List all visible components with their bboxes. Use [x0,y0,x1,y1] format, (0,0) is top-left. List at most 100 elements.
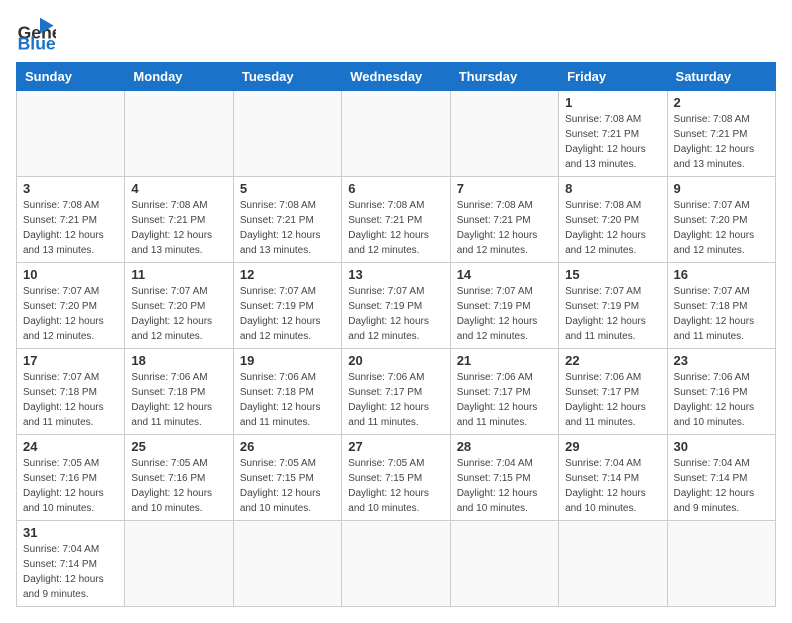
calendar-cell [450,91,558,177]
calendar-cell: 23Sunrise: 7:06 AM Sunset: 7:16 PM Dayli… [667,349,775,435]
day-number: 29 [565,439,660,454]
day-number: 18 [131,353,226,368]
day-number: 26 [240,439,335,454]
day-number: 16 [674,267,769,282]
week-row-5: 31 Sunrise: 7:04 AM Sunset: 7:14 PM Dayli… [17,521,776,607]
day-number: 20 [348,353,443,368]
calendar-cell: 4 Sunrise: 7:08 AM Sunset: 7:21 PM Daylig… [125,177,233,263]
day-number: 17 [23,353,118,368]
day-number: 9 [674,181,769,196]
day-number: 15 [565,267,660,282]
calendar-cell: 19 Sunrise: 7:06 AM Sunset: 7:18 PM Dayli… [233,349,341,435]
calendar-cell: 24Sunrise: 7:05 AM Sunset: 7:16 PM Dayli… [17,435,125,521]
weekday-header-tuesday: Tuesday [233,63,341,91]
day-info: Sunrise: 7:05 AM Sunset: 7:16 PM Dayligh… [131,456,226,516]
calendar-cell: 3 Sunrise: 7:08 AM Sunset: 7:21 PM Daylig… [17,177,125,263]
calendar-cell: 11Sunrise: 7:07 AM Sunset: 7:20 PM Dayli… [125,263,233,349]
calendar-cell: 8Sunrise: 7:08 AM Sunset: 7:20 PM Daylig… [559,177,667,263]
day-number: 10 [23,267,118,282]
day-number: 12 [240,267,335,282]
day-info: Sunrise: 7:07 AM Sunset: 7:19 PM Dayligh… [457,284,552,344]
calendar-cell: 9 Sunrise: 7:07 AM Sunset: 7:20 PM Daylig… [667,177,775,263]
calendar-cell: 16 Sunrise: 7:07 AM Sunset: 7:18 PM Dayli… [667,263,775,349]
calendar-cell [559,521,667,607]
day-info: Sunrise: 7:04 AM Sunset: 7:14 PM Dayligh… [674,456,769,516]
day-info: Sunrise: 7:08 AM Sunset: 7:21 PM Dayligh… [240,198,335,258]
day-info: Sunrise: 7:08 AM Sunset: 7:21 PM Dayligh… [565,112,660,172]
calendar-cell: 14Sunrise: 7:07 AM Sunset: 7:19 PM Dayli… [450,263,558,349]
header: General Blue [16,16,776,52]
day-number: 27 [348,439,443,454]
calendar-cell: 26Sunrise: 7:05 AM Sunset: 7:15 PM Dayli… [233,435,341,521]
day-number: 31 [23,525,118,540]
day-info: Sunrise: 7:06 AM Sunset: 7:18 PM Dayligh… [240,370,335,430]
weekday-header-row: SundayMondayTuesdayWednesdayThursdayFrid… [17,63,776,91]
calendar-cell: 6 Sunrise: 7:08 AM Sunset: 7:21 PM Daylig… [342,177,450,263]
day-number: 30 [674,439,769,454]
calendar-cell: 2 Sunrise: 7:08 AM Sunset: 7:21 PM Daylig… [667,91,775,177]
day-number: 28 [457,439,552,454]
day-number: 24 [23,439,118,454]
day-info: Sunrise: 7:04 AM Sunset: 7:15 PM Dayligh… [457,456,552,516]
week-row-4: 24 Sunrise: 7:05 AM Sunset: 7:16 PM Dayli… [17,435,776,521]
day-number: 5 [240,181,335,196]
day-number: 13 [348,267,443,282]
day-info: Sunrise: 7:07 AM Sunset: 7:20 PM Dayligh… [23,284,118,344]
weekday-header-wednesday: Wednesday [342,63,450,91]
calendar-cell: 5 Sunrise: 7:08 AM Sunset: 7:21 PM Daylig… [233,177,341,263]
weekday-header-sunday: Sunday [17,63,125,91]
day-info: Sunrise: 7:06 AM Sunset: 7:18 PM Dayligh… [131,370,226,430]
logo: General Blue [16,16,56,52]
day-number: 6 [348,181,443,196]
week-row-3: 17 Sunrise: 7:07 AM Sunset: 7:18 PM Dayli… [17,349,776,435]
calendar-cell [342,521,450,607]
week-row-1: 3 Sunrise: 7:08 AM Sunset: 7:21 PM Daylig… [17,177,776,263]
day-number: 19 [240,353,335,368]
day-info: Sunrise: 7:07 AM Sunset: 7:19 PM Dayligh… [240,284,335,344]
week-row-2: 10 Sunrise: 7:07 AM Sunset: 7:20 PM Dayli… [17,263,776,349]
day-number: 4 [131,181,226,196]
calendar-cell: 25Sunrise: 7:05 AM Sunset: 7:16 PM Dayli… [125,435,233,521]
day-info: Sunrise: 7:08 AM Sunset: 7:21 PM Dayligh… [457,198,552,258]
day-number: 2 [674,95,769,110]
day-info: Sunrise: 7:08 AM Sunset: 7:21 PM Dayligh… [348,198,443,258]
day-info: Sunrise: 7:07 AM Sunset: 7:18 PM Dayligh… [674,284,769,344]
calendar-cell: 31 Sunrise: 7:04 AM Sunset: 7:14 PM Dayli… [17,521,125,607]
day-info: Sunrise: 7:07 AM Sunset: 7:20 PM Dayligh… [674,198,769,258]
calendar-cell [342,91,450,177]
svg-text:Blue: Blue [18,34,56,52]
day-info: Sunrise: 7:07 AM Sunset: 7:19 PM Dayligh… [565,284,660,344]
calendar-cell: 20 Sunrise: 7:06 AM Sunset: 7:17 PM Dayli… [342,349,450,435]
day-info: Sunrise: 7:06 AM Sunset: 7:17 PM Dayligh… [565,370,660,430]
calendar-cell: 18 Sunrise: 7:06 AM Sunset: 7:18 PM Dayli… [125,349,233,435]
calendar-cell [233,521,341,607]
calendar-cell: 15 Sunrise: 7:07 AM Sunset: 7:19 PM Dayli… [559,263,667,349]
day-info: Sunrise: 7:08 AM Sunset: 7:21 PM Dayligh… [674,112,769,172]
day-info: Sunrise: 7:04 AM Sunset: 7:14 PM Dayligh… [565,456,660,516]
day-number: 23 [674,353,769,368]
day-info: Sunrise: 7:06 AM Sunset: 7:17 PM Dayligh… [348,370,443,430]
weekday-header-thursday: Thursday [450,63,558,91]
day-info: Sunrise: 7:08 AM Sunset: 7:21 PM Dayligh… [131,198,226,258]
calendar-cell: 7 Sunrise: 7:08 AM Sunset: 7:21 PM Daylig… [450,177,558,263]
day-number: 11 [131,267,226,282]
calendar-cell: 12 Sunrise: 7:07 AM Sunset: 7:19 PM Dayli… [233,263,341,349]
day-number: 1 [565,95,660,110]
calendar-cell [233,91,341,177]
calendar-cell: 28 Sunrise: 7:04 AM Sunset: 7:15 PM Dayli… [450,435,558,521]
day-number: 22 [565,353,660,368]
calendar-cell: 30 Sunrise: 7:04 AM Sunset: 7:14 PM Dayli… [667,435,775,521]
day-info: Sunrise: 7:08 AM Sunset: 7:20 PM Dayligh… [565,198,660,258]
day-number: 3 [23,181,118,196]
week-row-0: 1 Sunrise: 7:08 AM Sunset: 7:21 PM Daylig… [17,91,776,177]
day-number: 7 [457,181,552,196]
day-info: Sunrise: 7:07 AM Sunset: 7:18 PM Dayligh… [23,370,118,430]
calendar-cell: 29 Sunrise: 7:04 AM Sunset: 7:14 PM Dayli… [559,435,667,521]
weekday-header-friday: Friday [559,63,667,91]
calendar-cell [450,521,558,607]
calendar-cell: 21Sunrise: 7:06 AM Sunset: 7:17 PM Dayli… [450,349,558,435]
day-info: Sunrise: 7:08 AM Sunset: 7:21 PM Dayligh… [23,198,118,258]
day-info: Sunrise: 7:04 AM Sunset: 7:14 PM Dayligh… [23,542,118,602]
day-info: Sunrise: 7:07 AM Sunset: 7:19 PM Dayligh… [348,284,443,344]
calendar-cell: 27Sunrise: 7:05 AM Sunset: 7:15 PM Dayli… [342,435,450,521]
